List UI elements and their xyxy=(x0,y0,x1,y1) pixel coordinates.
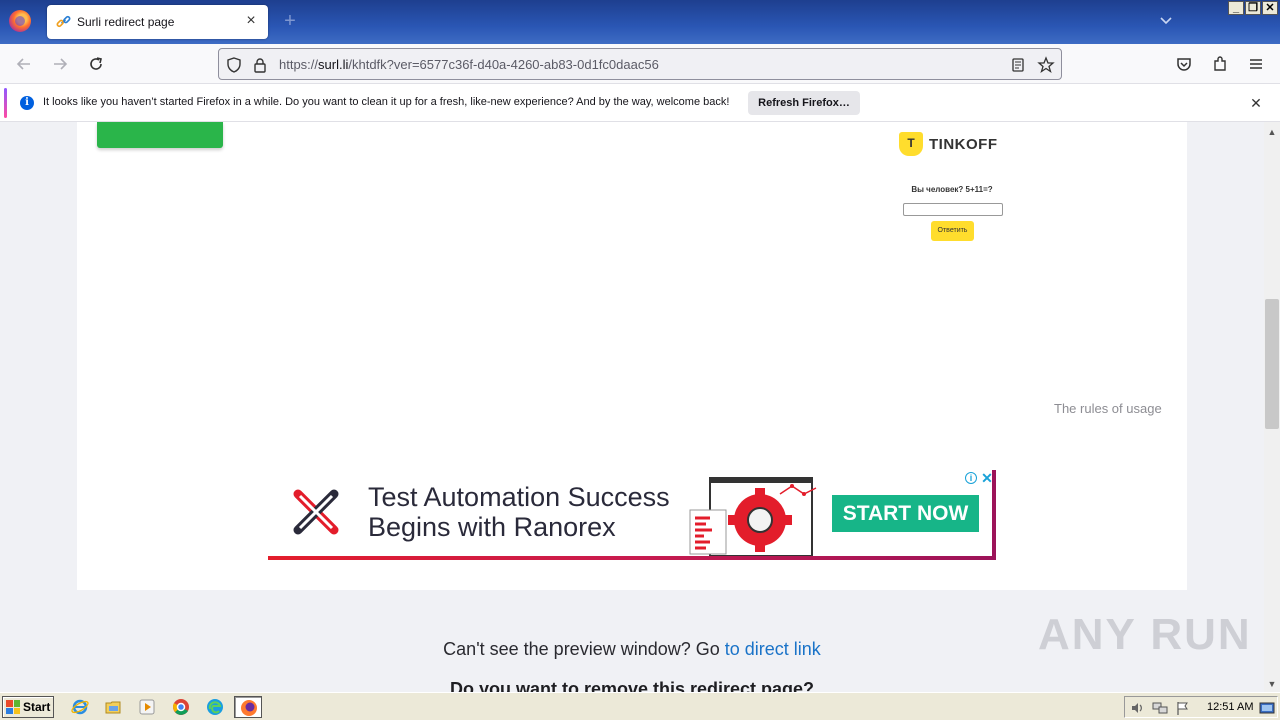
anyrun-watermark: ANY RUN xyxy=(1038,610,1252,659)
captcha-answer-input[interactable] xyxy=(903,203,1003,216)
rules-of-usage-link[interactable]: The rules of usage xyxy=(1054,401,1162,416)
direct-link[interactable]: to direct link xyxy=(725,639,821,659)
minimize-button[interactable]: _ xyxy=(1228,1,1244,15)
clock[interactable]: 12:51 AM xyxy=(1207,701,1253,713)
bookmark-star-icon[interactable] xyxy=(1037,56,1055,74)
new-tab-icon[interactable]: + xyxy=(280,10,300,32)
tinkoff-brand-name: TINKOFF xyxy=(929,135,998,153)
network-icon[interactable] xyxy=(1152,700,1168,716)
url-text: https://surl.li/khtdfk?ver=6577c36f-d40a… xyxy=(279,57,659,72)
media-player-icon[interactable] xyxy=(138,698,156,716)
lock-icon[interactable] xyxy=(251,56,269,74)
internet-explorer-icon[interactable] xyxy=(71,698,89,716)
link-favicon-icon xyxy=(56,15,71,28)
preview-help-label: Can't see the preview window? Go xyxy=(443,639,725,659)
tracking-protection-shield-icon[interactable] xyxy=(225,56,243,74)
refresh-firefox-button[interactable]: Refresh Firefox… xyxy=(748,91,860,115)
firefox-icon xyxy=(241,700,257,716)
info-icon: i xyxy=(20,96,34,110)
tinkoff-logo: T TINKOFF xyxy=(899,132,998,156)
ranorex-logo-icon xyxy=(293,489,339,535)
ad-border-bottom xyxy=(268,556,996,560)
url-path: /khtdfk?ver=6577c36f-d40a-4260-ab83-0d1f… xyxy=(348,57,659,72)
extensions-icon[interactable] xyxy=(1210,54,1230,74)
taskbar-firefox-active[interactable] xyxy=(234,696,262,718)
close-window-button[interactable]: ✕ xyxy=(1262,1,1278,15)
windows-taskbar: Start 12:51 AM xyxy=(0,692,1280,720)
list-all-tabs-icon[interactable] xyxy=(1158,12,1174,28)
ranorex-ad-banner[interactable]: Test Automation Success Begins with Rano… xyxy=(268,470,996,560)
window-controls: _ ❐ ✕ xyxy=(1228,1,1278,15)
scroll-up-icon[interactable]: ▲ xyxy=(1264,124,1280,140)
tinkoff-shield-icon: T xyxy=(899,132,923,156)
preview-card: T TINKOFF Вы человек? 5+11=? Ответить Th… xyxy=(77,122,1187,590)
tab-title: Surli redirect page xyxy=(77,15,175,29)
tab-strip: Surli redirect page × + _ ❐ ✕ xyxy=(0,0,1280,44)
edge-icon[interactable] xyxy=(206,698,224,716)
chrome-icon[interactable] xyxy=(172,698,190,716)
windows-flag-icon xyxy=(6,700,20,714)
refresh-firefox-notification: i It looks like you haven’t started Fire… xyxy=(0,84,1280,122)
action-center-flag-icon[interactable] xyxy=(1175,700,1191,716)
navigation-toolbar: https://surl.li/khtdfk?ver=6577c36f-d40a… xyxy=(0,44,1280,84)
captcha-question: Вы человек? 5+11=? xyxy=(911,185,993,194)
pocket-icon[interactable] xyxy=(1174,54,1194,74)
url-prefix: https:// xyxy=(279,57,319,72)
start-button[interactable]: Start xyxy=(2,696,54,718)
start-label: Start xyxy=(23,700,51,714)
reader-view-icon[interactable] xyxy=(1009,56,1027,74)
remove-redirect-heading: Do you want to remove this redirect page… xyxy=(449,679,815,692)
address-bar[interactable]: https://surl.li/khtdfk?ver=6577c36f-d40a… xyxy=(218,48,1062,80)
forward-icon[interactable] xyxy=(50,54,70,74)
scrollbar-thumb[interactable] xyxy=(1265,299,1279,429)
tab-close-icon[interactable]: × xyxy=(242,12,260,30)
ad-border-right xyxy=(992,470,996,560)
scroll-down-icon[interactable]: ▼ xyxy=(1264,676,1280,692)
tab-surli-redirect[interactable]: Surli redirect page × xyxy=(47,5,268,39)
notification-message: It looks like you haven’t started Firefo… xyxy=(43,96,730,108)
reload-icon[interactable] xyxy=(86,54,106,74)
close-notification-icon[interactable]: ✕ xyxy=(1248,95,1264,111)
captcha-submit-button[interactable]: Ответить xyxy=(931,221,974,241)
folder-icon[interactable] xyxy=(104,698,122,716)
app-menu-icon[interactable] xyxy=(1246,54,1266,74)
url-host: surl.li xyxy=(318,57,349,72)
restore-button[interactable]: ❐ xyxy=(1245,1,1261,15)
page-viewport: T TINKOFF Вы человек? 5+11=? Ответить Th… xyxy=(0,122,1264,692)
system-tray: 12:51 AM xyxy=(1124,696,1278,718)
ad-headline-line2: Begins with Ranorex xyxy=(368,512,616,542)
start-now-button[interactable]: START NOW xyxy=(832,495,979,532)
vertical-scrollbar[interactable]: ▲ ▼ xyxy=(1264,122,1280,692)
back-icon[interactable] xyxy=(14,54,34,74)
ad-info-icon[interactable]: i xyxy=(965,472,977,484)
green-action-button[interactable] xyxy=(97,122,223,148)
volume-icon[interactable] xyxy=(1129,700,1145,716)
ad-headline: Test Automation Success Begins with Rano… xyxy=(368,482,670,542)
show-desktop-icon[interactable] xyxy=(1259,700,1275,716)
tinkoff-logo-letter: T xyxy=(907,136,915,150)
gear-illustration-icon xyxy=(689,477,817,557)
ad-headline-line1: Test Automation Success xyxy=(368,482,670,512)
notification-accent xyxy=(4,88,7,118)
firefox-logo-icon[interactable] xyxy=(9,10,31,32)
